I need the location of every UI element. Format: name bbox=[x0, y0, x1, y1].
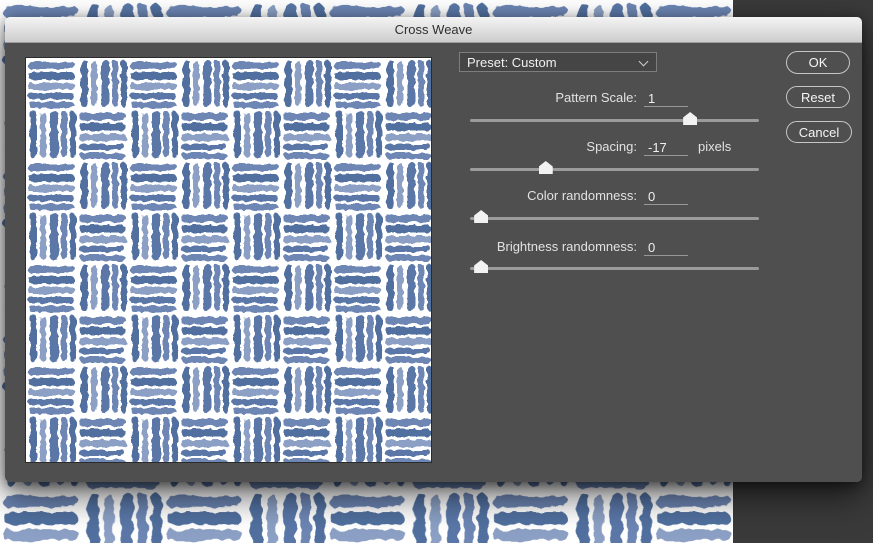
spacing-slider-track[interactable] bbox=[470, 168, 759, 171]
spacing-input[interactable]: -17 bbox=[644, 139, 688, 156]
spacing-unit-label: pixels bbox=[698, 139, 732, 154]
color-randomness-input[interactable]: 0 bbox=[644, 188, 688, 205]
pattern-scale-slider[interactable] bbox=[470, 111, 759, 125]
cross-weave-dialog: Cross Weave Preset: Custom Pattern Scale… bbox=[5, 17, 862, 482]
color-randomness-slider[interactable] bbox=[470, 209, 759, 223]
brightness-randomness-input[interactable]: 0 bbox=[644, 239, 688, 256]
brightness-randomness-slider-track[interactable] bbox=[470, 267, 759, 270]
color-randomness-label: Color randomness: bbox=[527, 188, 637, 203]
spacing-label: Spacing: bbox=[586, 139, 637, 154]
ok-button[interactable]: OK bbox=[786, 51, 850, 74]
pattern-scale-input[interactable]: 1 bbox=[644, 90, 688, 107]
dialog-body: Preset: Custom Pattern Scale: 1 Spacing:… bbox=[5, 43, 862, 482]
chevron-down-icon bbox=[638, 56, 649, 67]
reset-button[interactable]: Reset bbox=[786, 86, 850, 108]
spacing-slider-thumb[interactable] bbox=[538, 161, 553, 174]
pattern-scale-label: Pattern Scale: bbox=[555, 90, 637, 105]
brightness-randomness-slider-thumb[interactable] bbox=[474, 260, 489, 273]
pattern-scale-slider-thumb[interactable] bbox=[683, 112, 698, 125]
dialog-titlebar[interactable]: Cross Weave bbox=[5, 17, 862, 43]
dialog-title: Cross Weave bbox=[394, 22, 473, 37]
cancel-button[interactable]: Cancel bbox=[786, 121, 852, 143]
pattern-scale-slider-track[interactable] bbox=[470, 119, 759, 122]
brightness-randomness-label: Brightness randomness: bbox=[496, 239, 637, 254]
pattern-preview[interactable] bbox=[25, 57, 432, 463]
photoshop-workspace: Cross Weave Preset: Custom Pattern Scale… bbox=[0, 0, 873, 543]
color-randomness-slider-track[interactable] bbox=[470, 217, 759, 220]
preset-select-value: Preset: Custom bbox=[467, 54, 557, 70]
spacing-slider[interactable] bbox=[470, 160, 759, 174]
brightness-randomness-slider[interactable] bbox=[470, 259, 759, 273]
color-randomness-slider-thumb[interactable] bbox=[474, 210, 489, 223]
pattern-preview-image bbox=[26, 58, 431, 462]
preset-select[interactable]: Preset: Custom bbox=[459, 52, 657, 72]
